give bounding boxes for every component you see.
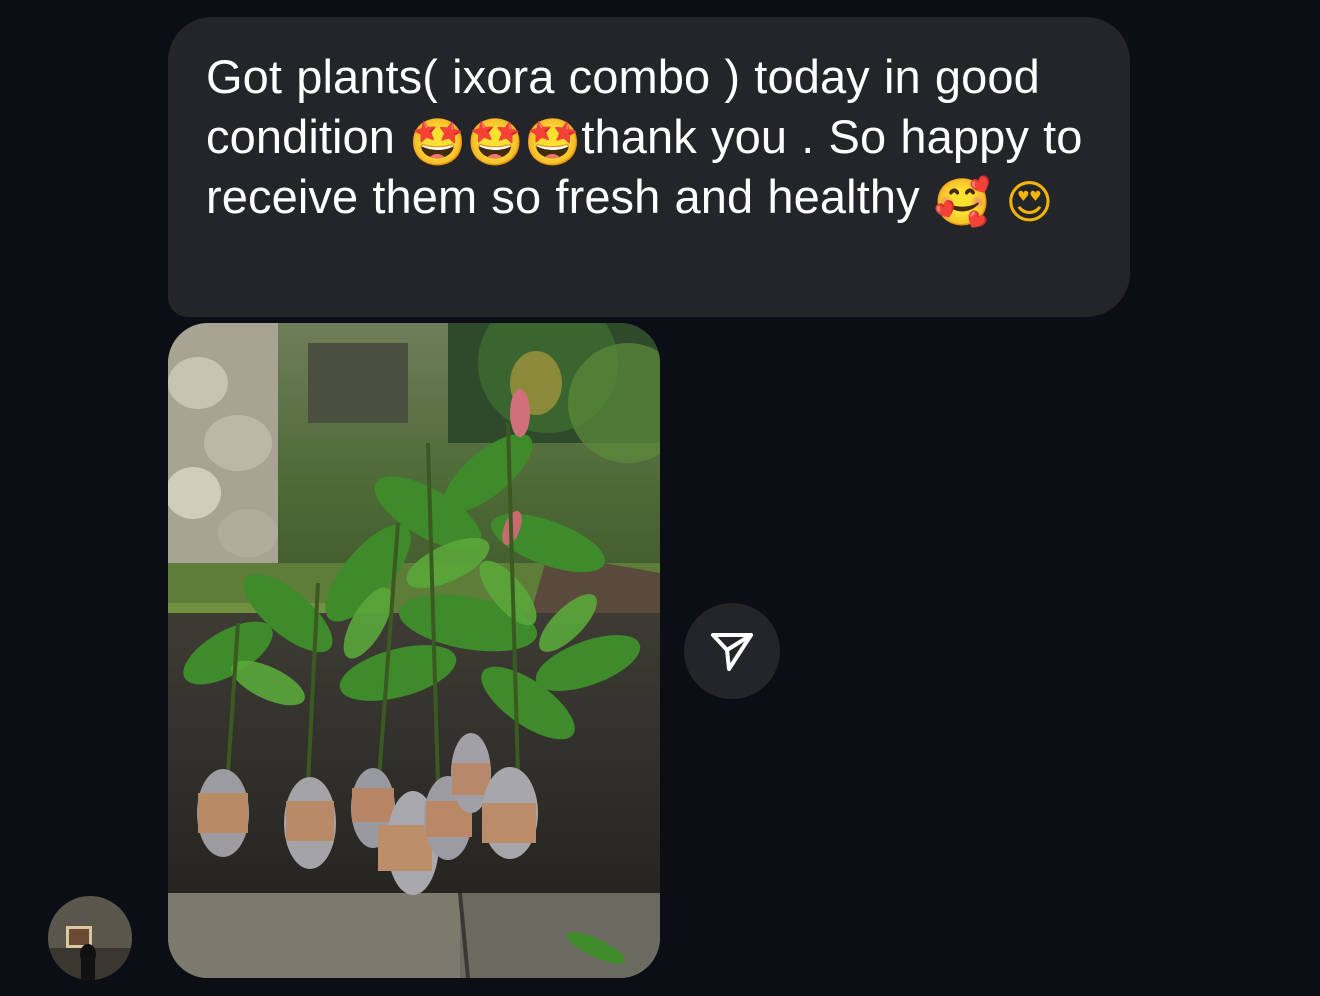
star-struck-emoji-icon: 🤩 <box>409 115 467 169</box>
avatar[interactable] <box>48 896 132 980</box>
heart-eyes-emoji-icon: 😍 <box>1005 175 1054 229</box>
message-photo[interactable] <box>168 323 660 978</box>
message-text-space <box>991 170 1005 223</box>
share-button[interactable] <box>684 603 780 699</box>
smiling-hearts-emoji-icon: 🥰 <box>933 175 992 229</box>
message-bubble[interactable]: Got plants( ixora combo ) today in good … <box>168 17 1130 317</box>
star-struck-emoji-icon: 🤩 <box>523 115 582 169</box>
avatar-picture <box>48 896 132 980</box>
star-struck-emoji-icon: 🤩 <box>466 115 524 169</box>
chat-thread: Got plants( ixora combo ) today in good … <box>0 0 1320 996</box>
paper-plane-icon <box>711 633 753 671</box>
message-text: Got plants( ixora combo ) today in good … <box>206 50 1083 229</box>
plants-photo-illustration <box>168 323 660 978</box>
